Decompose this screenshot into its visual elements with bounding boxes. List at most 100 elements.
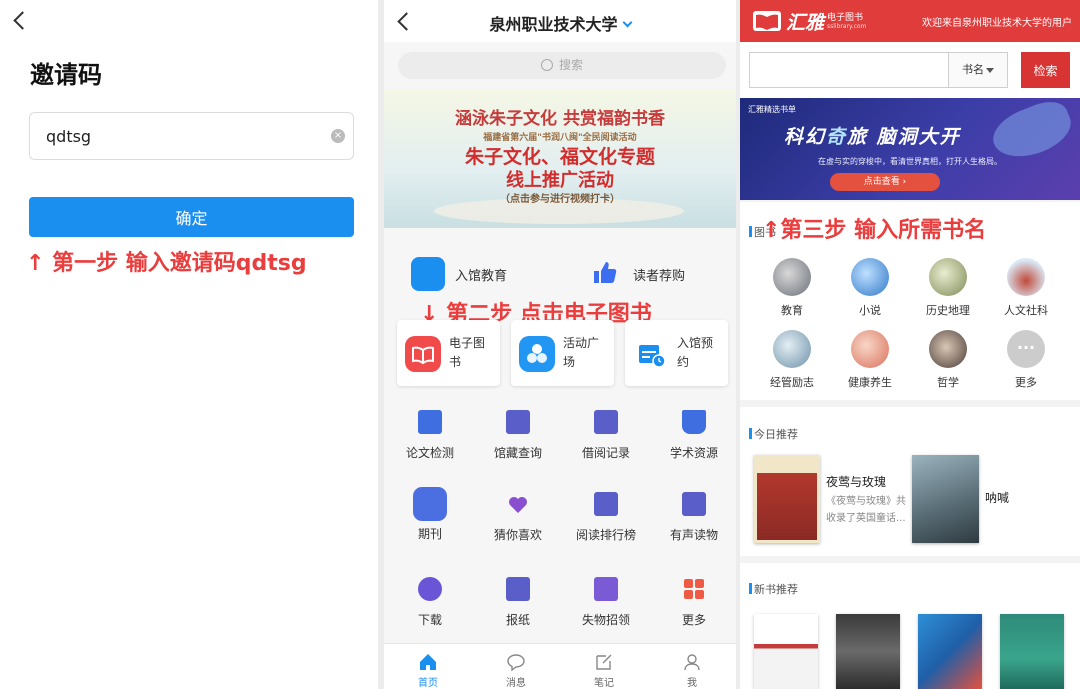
- grid-item-academic-resources[interactable]: 学术资源: [650, 410, 736, 461]
- ebook-card[interactable]: 电子图书: [397, 320, 500, 386]
- banner-view-button[interactable]: 点击查看 ›: [830, 173, 940, 191]
- grid-item-journals[interactable]: 期刊: [386, 487, 474, 542]
- book-cover[interactable]: [918, 614, 982, 689]
- document-search-icon: [506, 410, 530, 434]
- thumbs-up-icon: [589, 257, 623, 291]
- book-description: 《夜莺与玫瑰》共收录了英国童话...: [826, 496, 906, 524]
- event-square-card[interactable]: 活动广场: [511, 320, 614, 386]
- quick-link-label: 入馆教育: [455, 269, 508, 284]
- banner-title-part: 奇: [826, 126, 848, 148]
- quick-link-education[interactable]: 入馆教育: [411, 257, 551, 291]
- bar-chart-icon: [594, 492, 618, 516]
- visit-booking-card[interactable]: 入馆预约: [625, 320, 728, 386]
- category-fiction[interactable]: 小说: [830, 258, 910, 318]
- grid-item-download[interactable]: 下载: [386, 577, 474, 628]
- book-list-banner[interactable]: 汇雅精选书单 科幻奇旅 脑洞大开 在虚与实的穿梭中，看清世界真相，打开人生格局。…: [740, 98, 1080, 200]
- more-dots-icon: ···: [1007, 330, 1045, 368]
- category-thumbnail: [773, 330, 811, 368]
- tab-label: 我: [687, 678, 697, 689]
- category-humanities[interactable]: 人文社科: [986, 258, 1066, 318]
- book-cover[interactable]: [912, 455, 979, 543]
- banner-line-3: 朱子文化、福文化专题: [464, 146, 655, 168]
- grid-item-more[interactable]: 更多: [650, 577, 736, 628]
- mortarboard-icon: [682, 410, 706, 434]
- book-search-input[interactable]: [749, 52, 949, 88]
- grid-item-label: 借阅记录: [581, 446, 630, 460]
- search-field-select[interactable]: 书名: [948, 52, 1008, 88]
- search-button[interactable]: 检索: [1021, 52, 1070, 88]
- tab-me[interactable]: 我: [648, 644, 736, 689]
- tab-label: 笔记: [594, 678, 614, 689]
- tab-home[interactable]: 首页: [384, 644, 472, 689]
- header-bar: 泉州职业技术大学: [384, 0, 736, 42]
- grid-item-label: 猜你喜欢: [493, 528, 542, 542]
- grid-item-you-may-like[interactable]: 猜你喜欢: [474, 492, 562, 543]
- graduation-cap-icon: [411, 257, 445, 291]
- banner-line-4: 线上推广活动: [506, 170, 614, 191]
- grid-item-collection-search[interactable]: 馆藏查询: [474, 410, 562, 461]
- category-thumbnail: [1007, 258, 1045, 296]
- bottom-tab-bar: 首页 消息 笔记 我: [384, 643, 736, 689]
- back-icon[interactable]: [13, 11, 32, 30]
- book-title[interactable]: 夜莺与玫瑰: [826, 473, 886, 490]
- category-health[interactable]: 健康养生: [830, 330, 910, 390]
- grid-item-label: 下载: [417, 613, 442, 627]
- book-cover[interactable]: [754, 614, 818, 689]
- invite-code-field[interactable]: ×: [29, 112, 354, 160]
- portal-header: 汇雅 电子图书 sslibrary.com 欢迎来自泉州职业技术大学的用户: [740, 0, 1080, 42]
- tab-messages[interactable]: 消息: [472, 644, 560, 689]
- headphones-icon: [682, 492, 706, 516]
- package-icon: [594, 577, 618, 601]
- category-thumbnail: [929, 330, 967, 368]
- card-label: 电子图书: [449, 336, 486, 369]
- search-bar[interactable]: 搜索: [398, 52, 726, 79]
- category-business[interactable]: 经管励志: [752, 330, 832, 390]
- library-switcher[interactable]: 泉州职业技术大学: [384, 11, 736, 35]
- page-title: 邀请码: [30, 61, 102, 89]
- category-philosophy[interactable]: 哲学: [908, 330, 988, 390]
- grid-item-lost-and-found[interactable]: 失物招领: [562, 577, 650, 628]
- grid-item-thesis-check[interactable]: 论文检测: [386, 410, 474, 461]
- grid-item-label: 期刊: [417, 527, 442, 541]
- category-more[interactable]: ··· 更多: [986, 330, 1066, 390]
- today-recommend-section: 今日推荐 夜莺与玫瑰 《夜莺与玫瑰》共收录了英国童话... 呐喊: [740, 407, 1080, 556]
- newspaper-icon: [506, 577, 530, 601]
- search-placeholder: 搜索: [558, 58, 583, 72]
- promo-banner[interactable]: 涵泳朱子文化 共赏福韵书香 福建省第六届"书润八闽"全民阅读活动 朱子文化、福文…: [384, 90, 736, 228]
- book-cover[interactable]: [1000, 614, 1064, 689]
- tab-notes[interactable]: 笔记: [560, 644, 648, 689]
- clear-icon[interactable]: ×: [331, 129, 345, 143]
- quick-link-recommend[interactable]: 读者荐购: [589, 257, 729, 291]
- home-icon: [420, 654, 436, 670]
- category-education[interactable]: 教育: [752, 258, 832, 318]
- category-label: 小说: [859, 304, 881, 317]
- book-title[interactable]: 呐喊: [985, 489, 1009, 506]
- category-thumbnail: [851, 258, 889, 296]
- grid-item-reading-ranking[interactable]: 阅读排行榜: [562, 492, 650, 543]
- banner-title-part: 科幻: [784, 126, 827, 148]
- grid-item-label: 更多: [681, 613, 706, 627]
- tab-label: 消息: [506, 678, 526, 689]
- category-thumbnail: [773, 258, 811, 296]
- library-name: 泉州职业技术大学: [489, 15, 618, 34]
- category-history-geography[interactable]: 历史地理: [908, 258, 988, 318]
- grid-item-borrow-history[interactable]: 借阅记录: [562, 410, 650, 461]
- card-label: 活动广场: [563, 336, 600, 369]
- grid-item-audiobooks[interactable]: 有声读物: [650, 492, 736, 543]
- heart-icon: [506, 492, 530, 516]
- section-heading: 新书推荐: [749, 583, 798, 596]
- confirm-button[interactable]: 确定: [29, 197, 354, 237]
- grid-item-newspapers[interactable]: 报纸: [474, 577, 562, 628]
- category-thumbnail: [929, 258, 967, 296]
- grid-item-label: 阅读排行榜: [575, 528, 636, 542]
- category-label: 教育: [781, 304, 803, 317]
- profile-card-icon: [594, 410, 618, 434]
- book-cover[interactable]: [836, 614, 900, 689]
- library-home-screen: 泉州职业技术大学 搜索 涵泳朱子文化 共赏福韵书香 福建省第六届"书润八闽"全民…: [384, 0, 736, 689]
- caret-down-icon: [986, 67, 994, 73]
- banner-line-1: 涵泳朱子文化 共赏福韵书香: [455, 109, 665, 129]
- invite-code-input[interactable]: [30, 113, 320, 159]
- brand-subtitle: 电子图书: [827, 13, 864, 23]
- book-search-row: 书名 检索: [740, 42, 1080, 98]
- book-cover[interactable]: [754, 455, 820, 543]
